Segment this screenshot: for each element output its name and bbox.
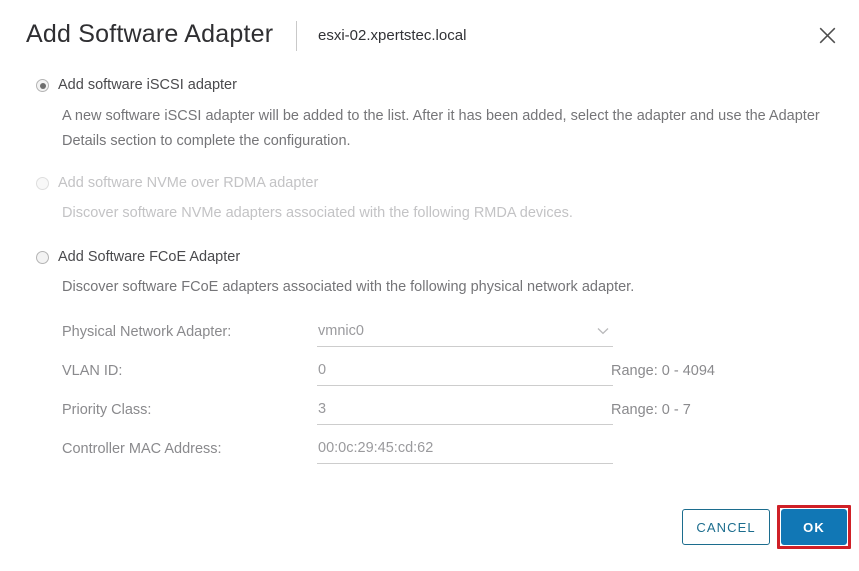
close-button[interactable] bbox=[813, 21, 841, 49]
radio-nvme-rdma-indicator bbox=[36, 177, 49, 190]
radio-option-nvme-rdma: Add software NVMe over RDMA adapter bbox=[36, 174, 318, 192]
radio-iscsi-indicator[interactable] bbox=[36, 79, 49, 92]
radio-fcoe-indicator[interactable] bbox=[36, 251, 49, 264]
controller-mac-address-value: 00:0c:29:45:cd:62 bbox=[318, 440, 434, 456]
vlan-id-range-hint: Range: 0 - 4094 bbox=[611, 363, 715, 379]
controller-mac-address-input[interactable]: 00:0c:29:45:cd:62 bbox=[317, 437, 613, 464]
radio-option-fcoe[interactable]: Add Software FCoE Adapter bbox=[36, 248, 240, 266]
radio-option-fcoe-label: Add Software FCoE Adapter bbox=[58, 249, 241, 265]
form-row-priority-class: Priority Class: 3 Range: 0 - 7 bbox=[0, 398, 859, 437]
form-row-vlan-id: VLAN ID: 0 Range: 0 - 4094 bbox=[0, 359, 859, 398]
form-row-controller-mac-address: Controller MAC Address: 00:0c:29:45:cd:6… bbox=[0, 437, 859, 476]
radio-option-fcoe-description: Discover software FCoE adapters associat… bbox=[62, 279, 635, 295]
vlan-id-input[interactable]: 0 bbox=[317, 359, 613, 386]
radio-option-nvme-rdma-label: Add software NVMe over RDMA adapter bbox=[58, 175, 319, 191]
radio-option-nvme-rdma-description: Discover software NVMe adapters associat… bbox=[62, 205, 573, 221]
radio-option-iscsi-description: A new software iSCSI adapter will be add… bbox=[62, 108, 820, 149]
physical-network-adapter-value: vmnic0 bbox=[318, 323, 364, 339]
priority-class-range-hint: Range: 0 - 7 bbox=[611, 402, 691, 418]
priority-class-label: Priority Class: bbox=[62, 402, 152, 418]
title-divider bbox=[296, 21, 297, 51]
form-row-physical-network-adapter: Physical Network Adapter: vmnic0 bbox=[0, 320, 859, 359]
physical-network-adapter-label: Physical Network Adapter: bbox=[62, 324, 232, 340]
chevron-down-icon bbox=[597, 327, 609, 335]
cancel-button[interactable]: CANCEL bbox=[682, 509, 770, 545]
physical-network-adapter-select[interactable]: vmnic0 bbox=[317, 320, 613, 347]
vlan-id-label: VLAN ID: bbox=[62, 363, 123, 379]
controller-mac-address-label: Controller MAC Address: bbox=[62, 441, 222, 457]
priority-class-value: 3 bbox=[318, 401, 327, 417]
radio-option-iscsi-label: Add software iSCSI adapter bbox=[58, 77, 237, 93]
dialog-header: Add Software Adapter esxi-02.xpertstec.l… bbox=[0, 0, 859, 68]
radio-option-iscsi[interactable]: Add software iSCSI adapter bbox=[36, 76, 237, 94]
dialog-subtitle-host: esxi-02.xpertstec.local bbox=[318, 27, 467, 44]
priority-class-input[interactable]: 3 bbox=[317, 398, 613, 425]
page-title: Add Software Adapter bbox=[26, 20, 274, 48]
dialog-footer: CANCEL OK bbox=[0, 505, 859, 571]
ok-button[interactable]: OK bbox=[781, 509, 847, 545]
close-icon bbox=[819, 27, 836, 44]
vlan-id-value: 0 bbox=[318, 362, 327, 378]
fcoe-settings-form: Physical Network Adapter: vmnic0 VLAN ID… bbox=[0, 320, 859, 476]
